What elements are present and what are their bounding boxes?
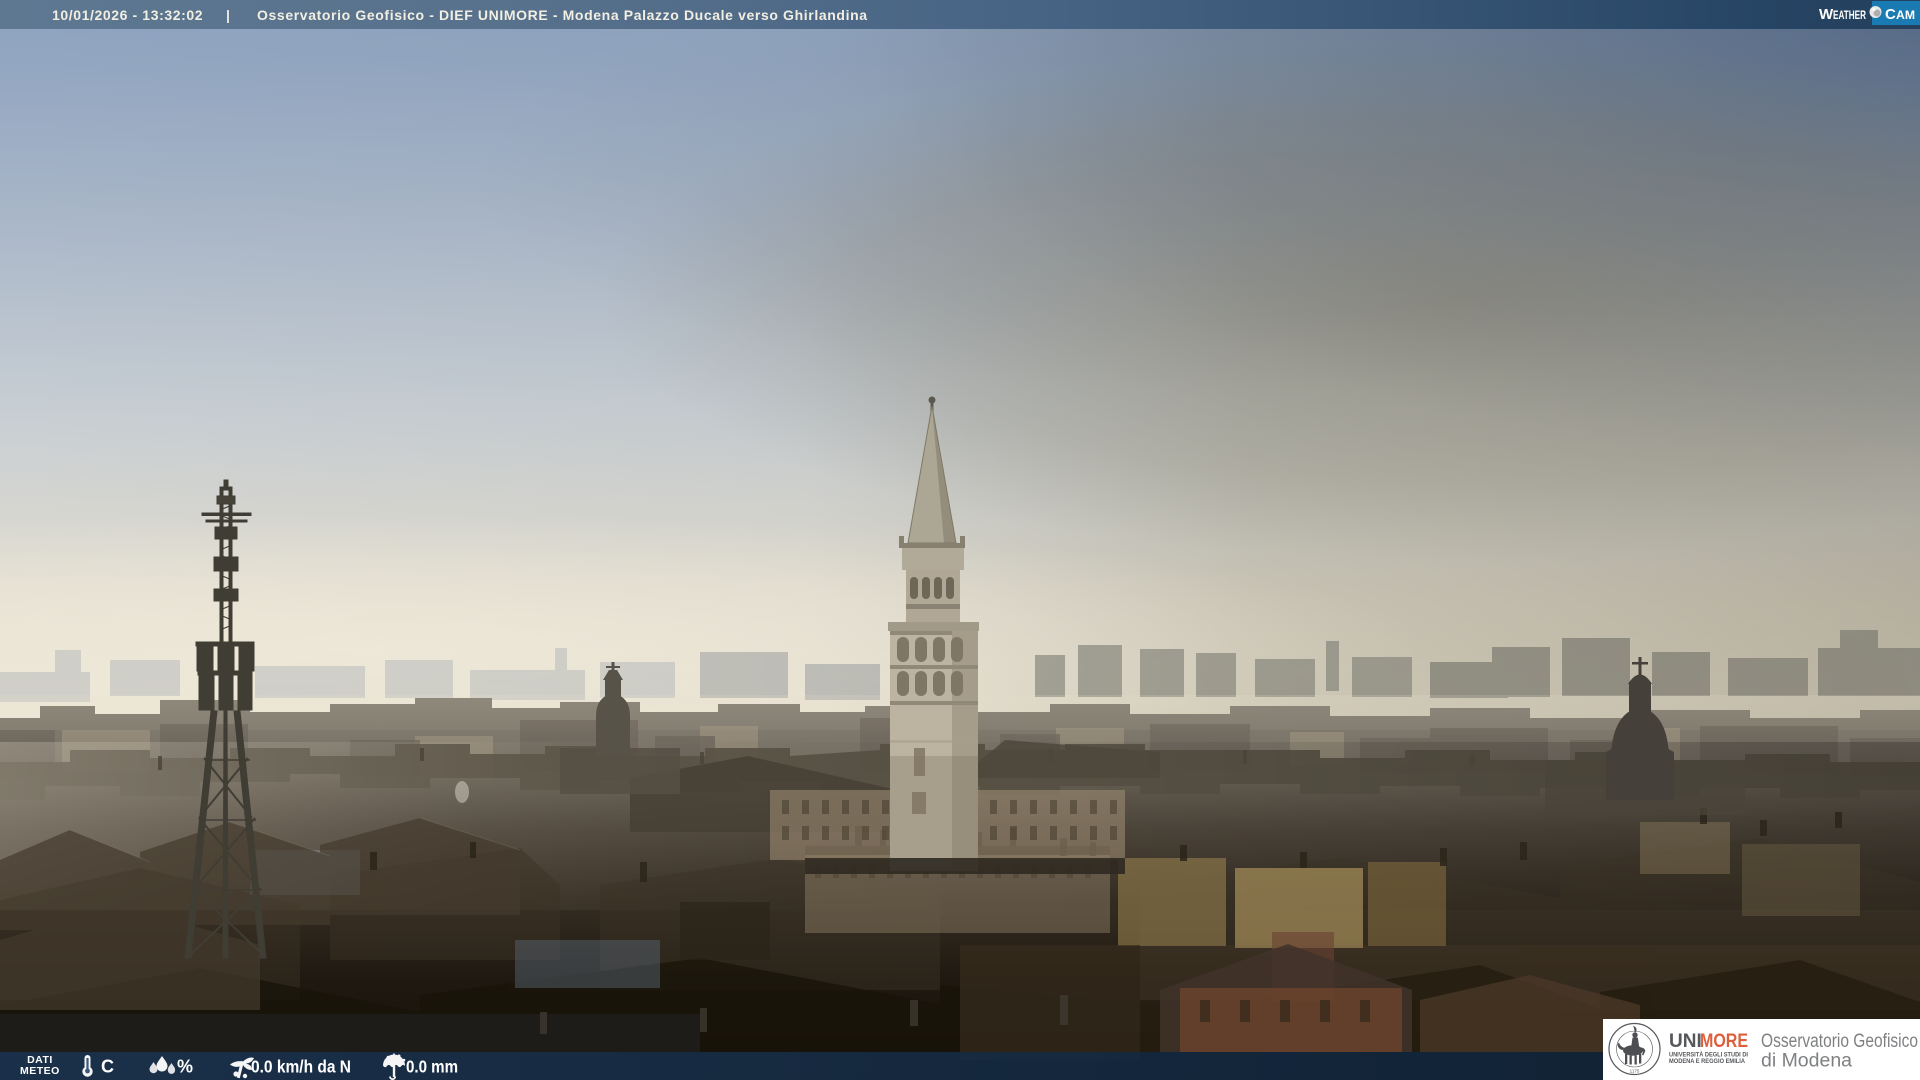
svg-text:MORE: MORE <box>1700 1031 1748 1052</box>
svg-text:MODENA E REGGIO EMILIA: MODENA E REGGIO EMILIA <box>1669 1058 1745 1065</box>
svg-text:C: C <box>101 1057 114 1077</box>
svg-text:UNI: UNI <box>1669 1031 1702 1052</box>
svg-text:di Modena: di Modena <box>1761 1051 1852 1072</box>
svg-text:0.0 mm: 0.0 mm <box>406 1057 458 1077</box>
svg-text:Osservatorio Geofisico: Osservatorio Geofisico <box>1761 1031 1918 1052</box>
svg-text:AM: AM <box>1896 10 1915 22</box>
svg-text:C: C <box>1885 6 1896 23</box>
svg-text:0.0 km/h da N: 0.0 km/h da N <box>251 1057 351 1077</box>
svg-text:%: % <box>177 1057 193 1077</box>
svg-text:W: W <box>1819 6 1834 23</box>
svg-text:1175: 1175 <box>1630 1069 1640 1074</box>
svg-text:EATHER: EATHER <box>1833 10 1866 22</box>
